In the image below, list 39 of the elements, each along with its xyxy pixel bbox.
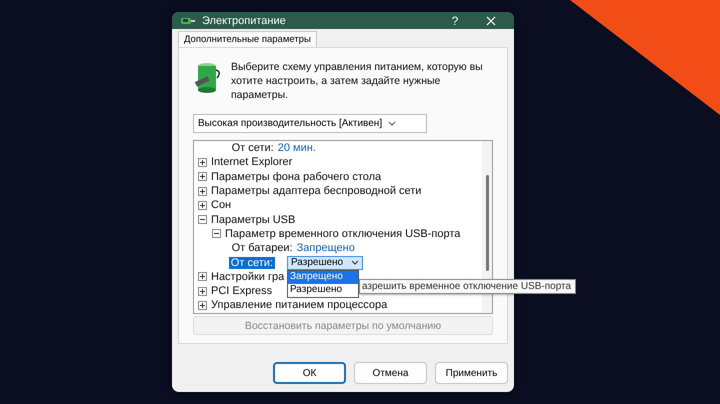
intro-text: Выберите схему управления питанием, которую вы хотите настроить, а затем задайте нужные параметры. bbox=[231, 60, 483, 102]
expand-icon[interactable] bbox=[198, 172, 207, 182]
setting-label: От сети: bbox=[228, 256, 275, 269]
tab[interactable]: Дополнительные параметры bbox=[178, 31, 317, 47]
value-dropdown[interactable]: Разрешено bbox=[286, 256, 364, 270]
tree-item[interactable]: Сон bbox=[211, 199, 232, 212]
battery-plug-icon bbox=[193, 60, 223, 94]
collapse-icon[interactable] bbox=[198, 215, 207, 224]
chevron-icon bbox=[351, 260, 360, 266]
window-title: Электропитание bbox=[202, 14, 287, 26]
tree-item[interactable]: Internet Explorer bbox=[211, 156, 292, 168]
expand-icon[interactable] bbox=[198, 272, 207, 282]
chevron-icon bbox=[388, 121, 396, 126]
setting-label: От сети: bbox=[232, 142, 274, 154]
dialog-button[interactable]: Применить bbox=[435, 362, 508, 384]
tooltip: азрешить временное отключение USB-порта bbox=[358, 278, 576, 294]
dialog-button[interactable]: ОК bbox=[273, 362, 346, 384]
close-icon bbox=[486, 16, 496, 26]
dialog-button[interactable]: Отмена bbox=[354, 362, 427, 384]
tree-item[interactable]: Управление питанием процессора bbox=[211, 299, 388, 312]
expand-icon[interactable] bbox=[198, 200, 207, 210]
tree-item[interactable]: Параметры фона рабочего стола bbox=[211, 170, 382, 183]
scheme-dropdown[interactable]: Высокая производительность [Активен] bbox=[193, 114, 427, 133]
tree-item[interactable]: Параметры USB bbox=[211, 214, 296, 226]
tree-item[interactable]: PCI Express bbox=[211, 285, 272, 298]
dropdown-option[interactable]: Запрещено bbox=[288, 270, 358, 284]
tree-item[interactable]: Параметр временного отключения USB-порта bbox=[225, 228, 460, 240]
tree-item[interactable]: Параметры адаптера беспроводной сети bbox=[211, 185, 422, 198]
collapse-icon[interactable] bbox=[212, 229, 221, 238]
expand-icon[interactable] bbox=[198, 158, 207, 167]
expand-icon[interactable] bbox=[198, 186, 207, 196]
setting-value[interactable]: Запрещено bbox=[296, 242, 355, 254]
expand-icon[interactable] bbox=[198, 286, 207, 296]
setting-value[interactable]: 20 мин. bbox=[278, 142, 316, 154]
expand-icon[interactable] bbox=[198, 300, 207, 310]
setting-label: От батареи: bbox=[232, 242, 293, 254]
help-button[interactable]: ? bbox=[440, 14, 470, 28]
tree-item[interactable]: Настройки гра bbox=[211, 270, 284, 283]
dropdown-option[interactable]: Разрешено bbox=[288, 284, 358, 297]
